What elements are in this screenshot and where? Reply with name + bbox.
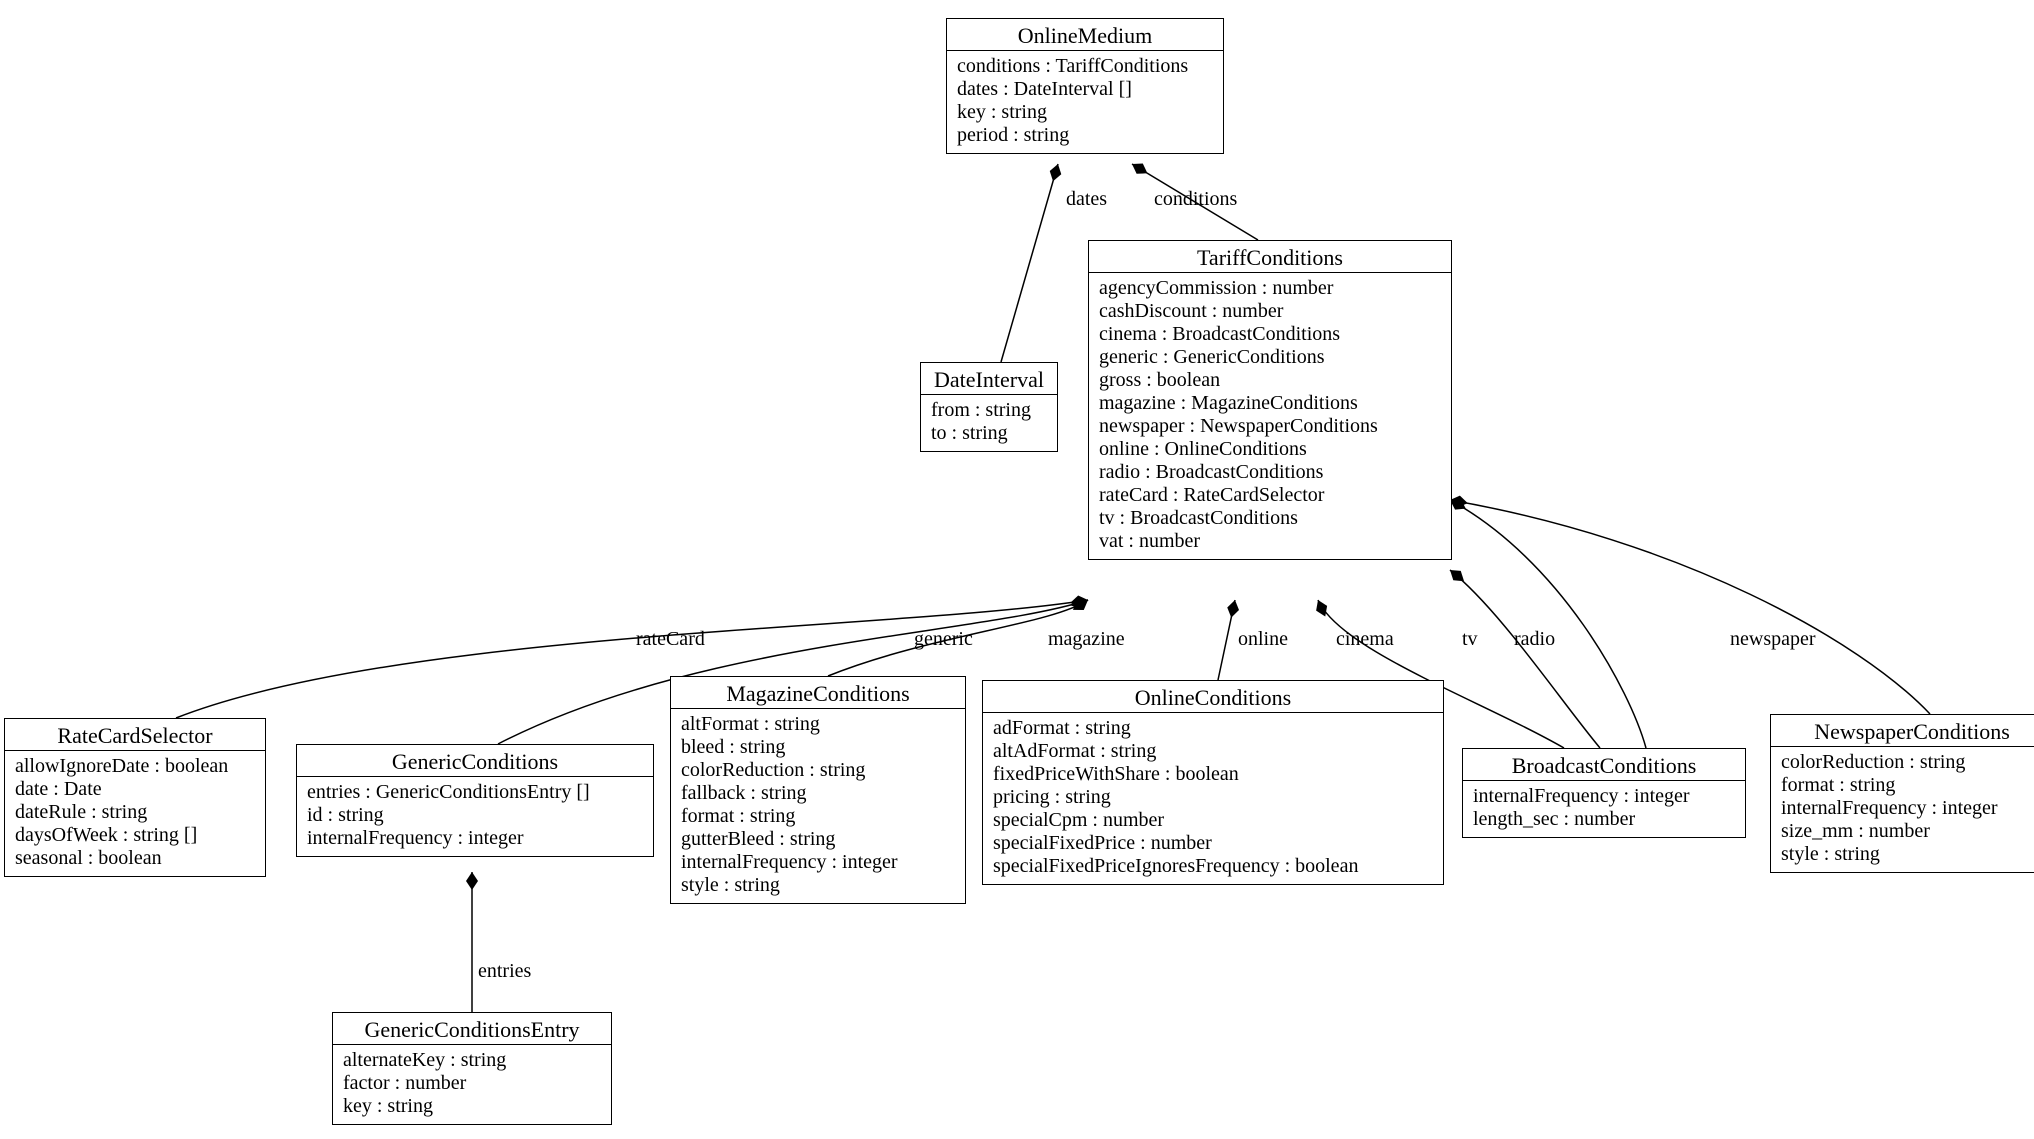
class-attr: cashDiscount : number	[1099, 300, 1441, 323]
class-attr: specialFixedPriceIgnoresFrequency : bool…	[993, 855, 1433, 878]
class-attr: daysOfWeek : string []	[15, 824, 255, 847]
class-attr: newspaper : NewspaperConditions	[1099, 415, 1441, 438]
uml-edges	[0, 0, 2034, 1139]
class-attr: specialFixedPrice : number	[993, 832, 1433, 855]
class-attr: gross : boolean	[1099, 369, 1441, 392]
class-attr: altFormat : string	[681, 713, 955, 736]
class-attr: online : OnlineConditions	[1099, 438, 1441, 461]
class-attr: date : Date	[15, 778, 255, 801]
class-attr: to : string	[931, 422, 1047, 445]
class-attr: generic : GenericConditions	[1099, 346, 1441, 369]
class-attr: pricing : string	[993, 786, 1433, 809]
class-attr: alternateKey : string	[343, 1049, 601, 1072]
class-GenericConditionsEntry: GenericConditionsEntry alternateKey : st…	[332, 1012, 612, 1125]
class-BroadcastConditions: BroadcastConditions internalFrequency : …	[1462, 748, 1746, 838]
class-title: GenericConditionsEntry	[333, 1013, 611, 1045]
edge-label-tv: tv	[1462, 628, 1478, 651]
class-attr: style : string	[681, 874, 955, 897]
class-attr: period : string	[957, 124, 1213, 147]
class-attr: key : string	[343, 1095, 601, 1118]
class-attr: fixedPriceWithShare : boolean	[993, 763, 1433, 786]
class-RateCardSelector: RateCardSelector allowIgnoreDate : boole…	[4, 718, 266, 877]
class-title: BroadcastConditions	[1463, 749, 1745, 781]
class-attr: dateRule : string	[15, 801, 255, 824]
edge-label-radio: radio	[1514, 628, 1555, 651]
edge-label-dates: dates	[1066, 188, 1107, 211]
class-title: OnlineMedium	[947, 19, 1223, 51]
class-attr: length_sec : number	[1473, 808, 1735, 831]
class-attrs: internalFrequency : integer length_sec :…	[1463, 781, 1745, 837]
class-OnlineConditions: OnlineConditions adFormat : string altAd…	[982, 680, 1444, 885]
class-attr: colorReduction : string	[1781, 751, 2034, 774]
class-attr: gutterBleed : string	[681, 828, 955, 851]
class-attr: factor : number	[343, 1072, 601, 1095]
class-attr: format : string	[681, 805, 955, 828]
class-attr: seasonal : boolean	[15, 847, 255, 870]
class-attr: conditions : TariffConditions	[957, 55, 1213, 78]
class-MagazineConditions: MagazineConditions altFormat : string bl…	[670, 676, 966, 904]
class-attr: tv : BroadcastConditions	[1099, 507, 1441, 530]
class-attr: cinema : BroadcastConditions	[1099, 323, 1441, 346]
class-attr: fallback : string	[681, 782, 955, 805]
class-attr: allowIgnoreDate : boolean	[15, 755, 255, 778]
class-attr: magazine : MagazineConditions	[1099, 392, 1441, 415]
class-title: GenericConditions	[297, 745, 653, 777]
edge-label-rateCard: rateCard	[636, 628, 705, 651]
class-attr: entries : GenericConditionsEntry []	[307, 781, 643, 804]
class-title: DateInterval	[921, 363, 1057, 395]
class-attrs: conditions : TariffConditions dates : Da…	[947, 51, 1223, 153]
class-attr: rateCard : RateCardSelector	[1099, 484, 1441, 507]
class-attrs: from : string to : string	[921, 395, 1057, 451]
class-GenericConditions: GenericConditions entries : GenericCondi…	[296, 744, 654, 857]
class-attr: key : string	[957, 101, 1213, 124]
class-NewspaperConditions: NewspaperConditions colorReduction : str…	[1770, 714, 2034, 873]
edge-label-entries: entries	[478, 960, 531, 983]
class-attr: id : string	[307, 804, 643, 827]
class-attr: adFormat : string	[993, 717, 1433, 740]
class-title: RateCardSelector	[5, 719, 265, 751]
class-attr: internalFrequency : integer	[1473, 785, 1735, 808]
class-title: MagazineConditions	[671, 677, 965, 709]
edge-label-newspaper: newspaper	[1730, 628, 1816, 651]
class-OnlineMedium: OnlineMedium conditions : TariffConditio…	[946, 18, 1224, 154]
class-attr: size_mm : number	[1781, 820, 2034, 843]
class-TariffConditions: TariffConditions agencyCommission : numb…	[1088, 240, 1452, 560]
class-attr: from : string	[931, 399, 1047, 422]
class-title: OnlineConditions	[983, 681, 1443, 713]
class-attr: specialCpm : number	[993, 809, 1433, 832]
class-attr: internalFrequency : integer	[681, 851, 955, 874]
class-attrs: agencyCommission : number cashDiscount :…	[1089, 273, 1451, 559]
class-attrs: colorReduction : string format : string …	[1771, 747, 2034, 872]
class-attrs: altFormat : string bleed : string colorR…	[671, 709, 965, 903]
class-attr: format : string	[1781, 774, 2034, 797]
class-attrs: adFormat : string altAdFormat : string f…	[983, 713, 1443, 884]
class-DateInterval: DateInterval from : string to : string	[920, 362, 1058, 452]
class-title: NewspaperConditions	[1771, 715, 2034, 747]
edge-label-conditions: conditions	[1154, 188, 1237, 211]
class-attr: internalFrequency : integer	[307, 827, 643, 850]
class-attr: vat : number	[1099, 530, 1441, 553]
class-attr: agencyCommission : number	[1099, 277, 1441, 300]
class-attr: style : string	[1781, 843, 2034, 866]
class-attrs: entries : GenericConditionsEntry [] id :…	[297, 777, 653, 856]
class-attr: dates : DateInterval []	[957, 78, 1213, 101]
edge-label-magazine: magazine	[1048, 628, 1125, 651]
edge-label-cinema: cinema	[1336, 628, 1394, 651]
class-attr: colorReduction : string	[681, 759, 955, 782]
class-attr: bleed : string	[681, 736, 955, 759]
class-title: TariffConditions	[1089, 241, 1451, 273]
class-attrs: alternateKey : string factor : number ke…	[333, 1045, 611, 1124]
class-attr: radio : BroadcastConditions	[1099, 461, 1441, 484]
class-attr: internalFrequency : integer	[1781, 797, 2034, 820]
edge-label-generic: generic	[914, 628, 973, 651]
class-attr: altAdFormat : string	[993, 740, 1433, 763]
class-attrs: allowIgnoreDate : boolean date : Date da…	[5, 751, 265, 876]
edge-label-online: online	[1238, 628, 1288, 651]
